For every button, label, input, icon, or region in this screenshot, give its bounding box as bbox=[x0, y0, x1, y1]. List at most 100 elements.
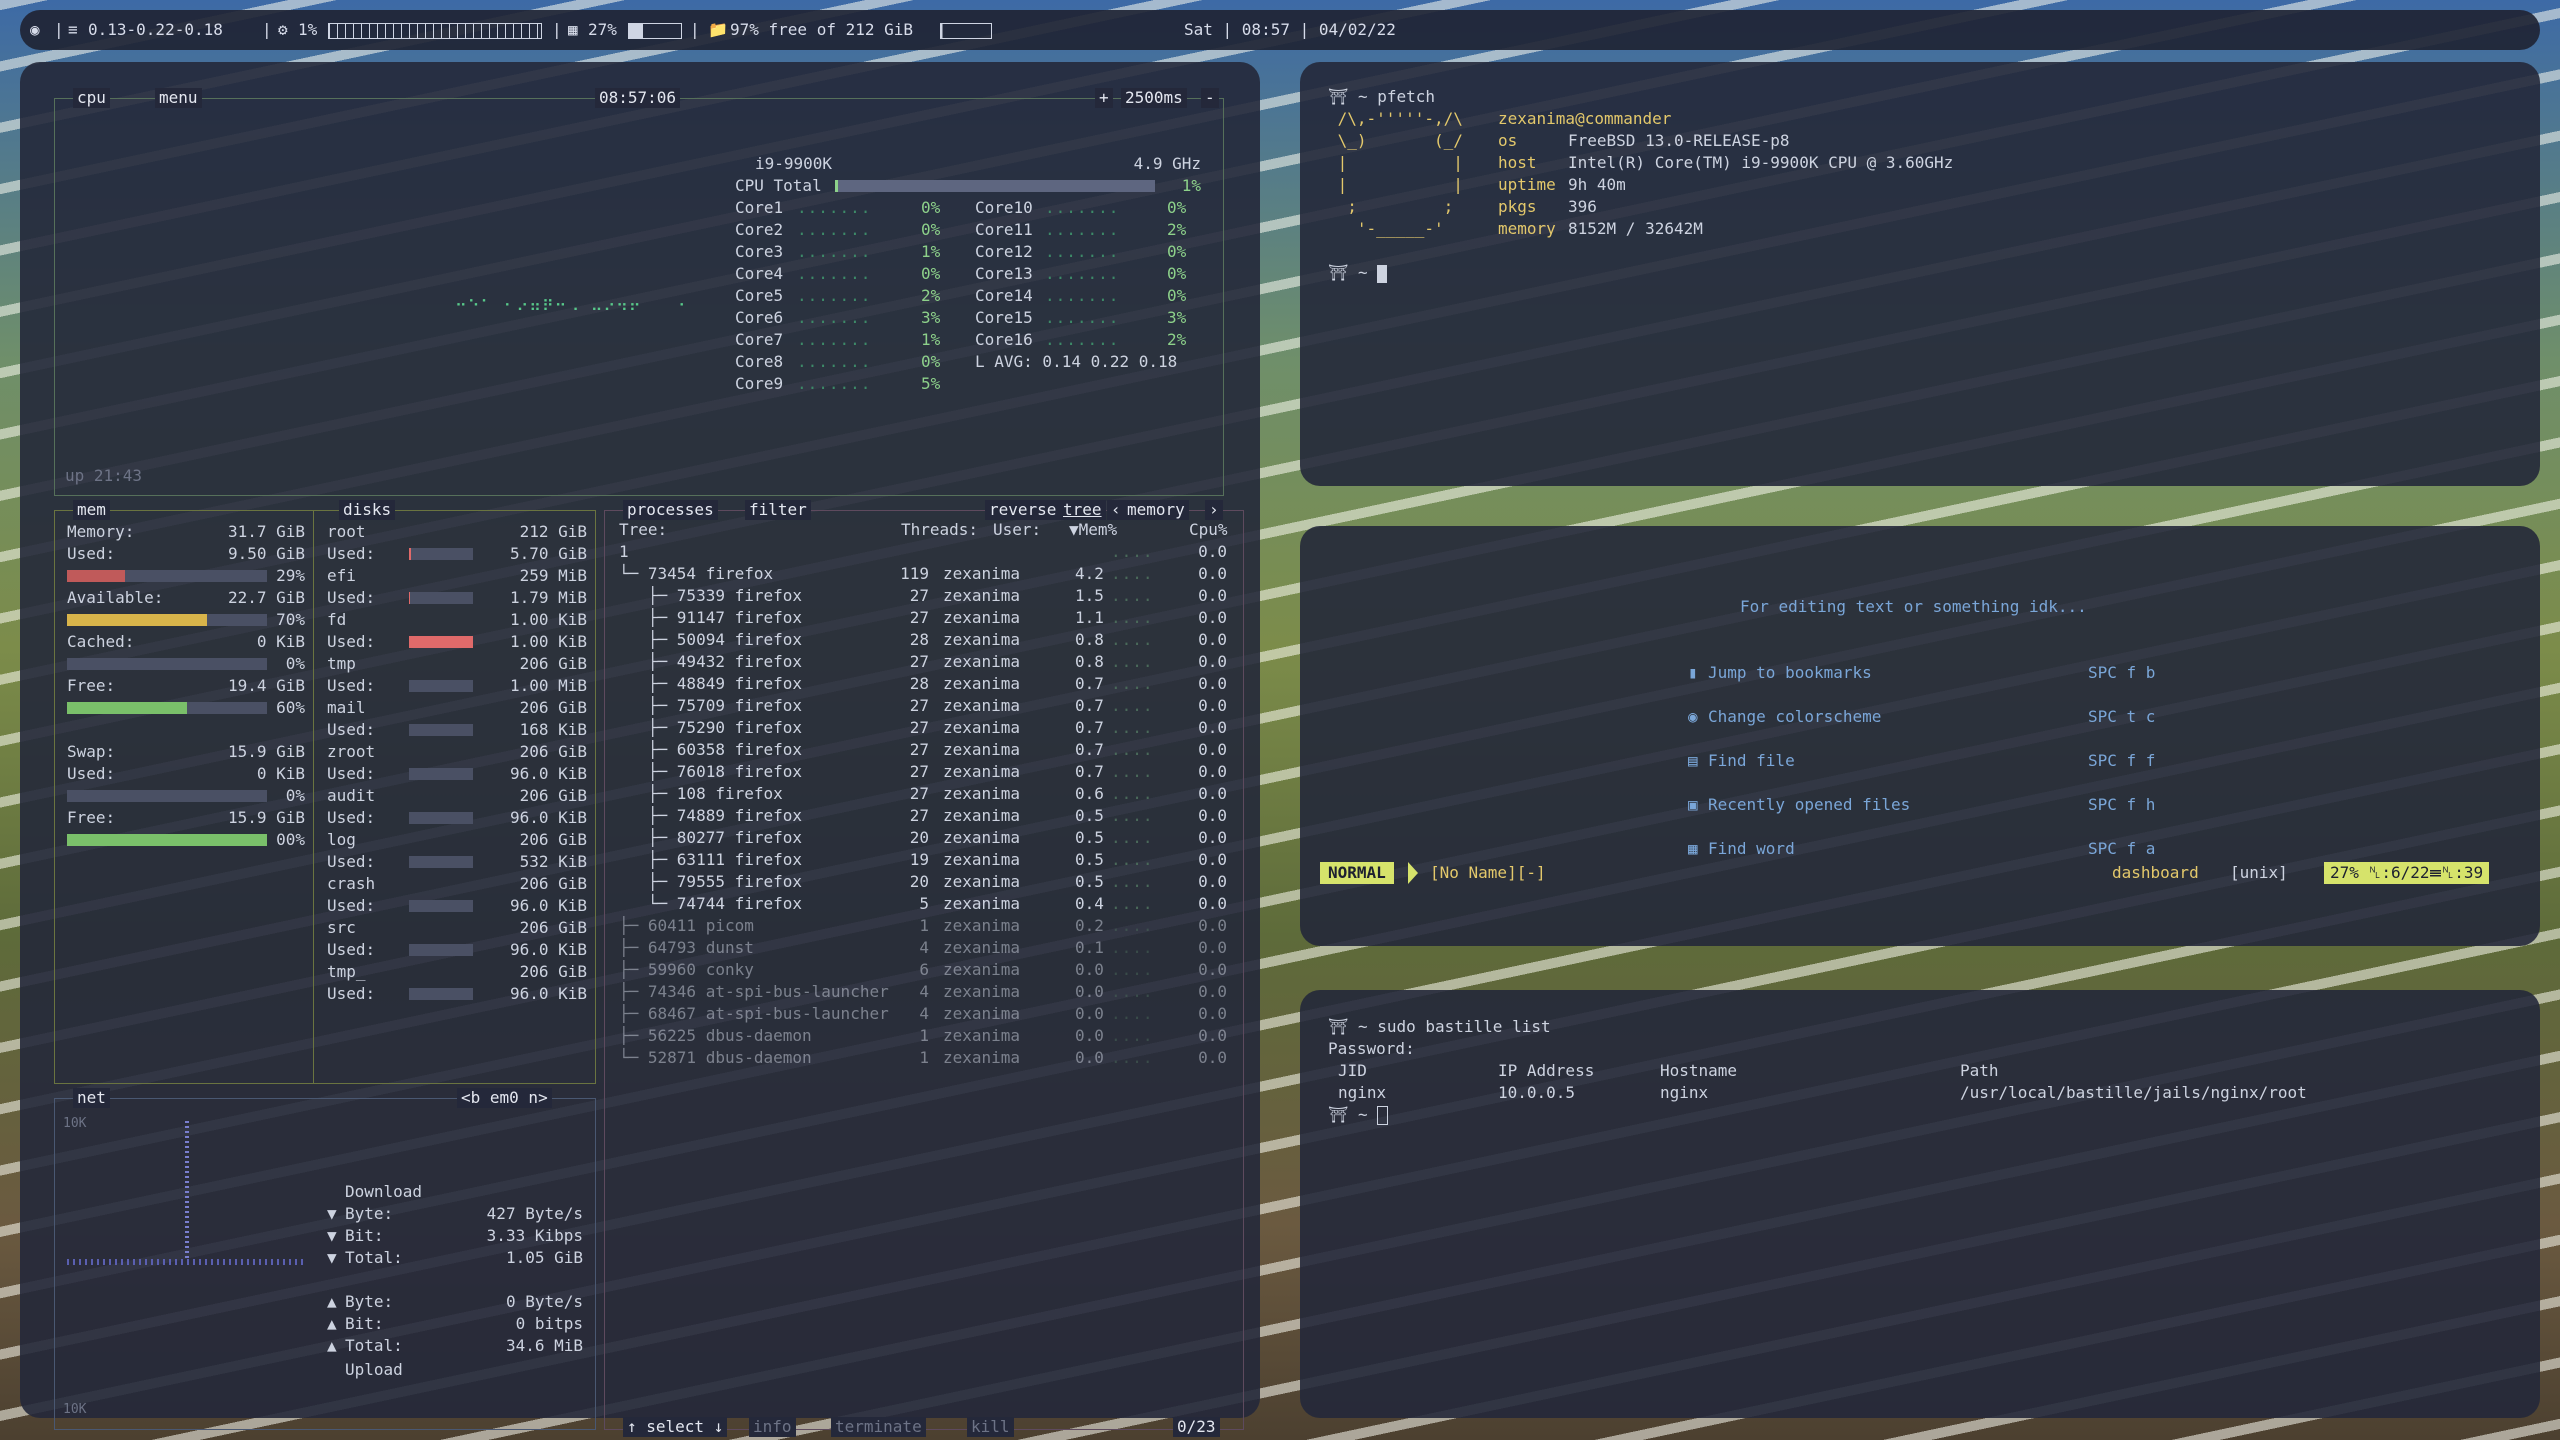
process-threads: 119 bbox=[900, 564, 929, 583]
process-row[interactable]: ├─ 80277 firefox 20 zexanima 0.5.... 0.0 bbox=[605, 827, 1241, 849]
col-threads[interactable]: Threads: bbox=[901, 519, 978, 541]
process-row[interactable]: ├─ 74346 at-spi-bus-launcher 4 zexanima 0.0… bbox=[605, 981, 1241, 1003]
process-row[interactable]: └─ 73454 firefox 119 zexanima 4.2.... 0.0 bbox=[605, 563, 1241, 585]
dashboard-item[interactable]: ◉ Change colorscheme SPC t c bbox=[1688, 706, 2155, 728]
menu-label[interactable]: menu bbox=[155, 88, 202, 108]
process-row[interactable]: ├─ 50094 firefox 28 zexanima 0.8.... 0.0 bbox=[605, 629, 1241, 651]
process-row[interactable]: ├─ 56225 dbus-daemon 1 zexanima 0.0.... 0.0 bbox=[605, 1025, 1241, 1047]
mem-stat-value: 31.7 GiB bbox=[227, 522, 305, 541]
process-row[interactable]: ├─ 59960 conky 6 zexanima 0.0.... 0.0 bbox=[605, 959, 1241, 981]
disk-used: 96.0 KiB bbox=[509, 984, 587, 1003]
process-row[interactable]: ├─ 76018 firefox 27 zexanima 0.7.... 0.0 bbox=[605, 761, 1241, 783]
dashboard-item-label: Find file bbox=[1708, 751, 1795, 770]
process-row[interactable]: ├─ 60411 picom 1 zexanima 0.2.... 0.0 bbox=[605, 915, 1241, 937]
core-percent: 0% bbox=[921, 220, 941, 239]
process-mem: 0.0 bbox=[1075, 982, 1104, 1001]
core-graph: ....... bbox=[797, 330, 872, 349]
dashboard-item[interactable]: ▤ Find file SPC f f bbox=[1688, 750, 2155, 772]
dashboard-item[interactable]: ▣ Recently opened files SPC f h bbox=[1688, 794, 2155, 816]
process-row[interactable]: ├─ 75709 firefox 27 zexanima 0.7.... 0.0 bbox=[605, 695, 1241, 717]
process-row[interactable]: ├─ 108 firefox 27 zexanima 0.6.... 0.0 bbox=[605, 783, 1241, 805]
process-mem: 0.0 bbox=[1075, 1026, 1104, 1045]
vim-window[interactable]: For editing text or something idk... ▮ Ju… bbox=[1300, 526, 2540, 946]
sort-field[interactable]: memory bbox=[1123, 500, 1189, 520]
process-mem: 0.5 bbox=[1075, 872, 1104, 891]
process-row[interactable]: 1.... 0.0 bbox=[605, 541, 1241, 563]
process-row[interactable]: ├─ 74889 firefox 27 zexanima 0.5.... 0.0 bbox=[605, 805, 1241, 827]
process-mem: 4.2 bbox=[1075, 564, 1104, 583]
col-cpu[interactable]: Cpu% bbox=[1189, 519, 1228, 541]
process-row[interactable]: ├─ 75339 firefox 27 zexanima 1.5.... 0.0 bbox=[605, 585, 1241, 607]
disk-used: 96.0 KiB bbox=[509, 940, 587, 959]
sort-prev[interactable]: ‹ bbox=[1107, 500, 1125, 520]
sort-next[interactable]: › bbox=[1205, 500, 1223, 520]
process-threads: 27 bbox=[909, 762, 929, 781]
process-user: zexanima bbox=[943, 872, 1021, 891]
process-row[interactable]: ├─ 48849 firefox 28 zexanima 0.7.... 0.0 bbox=[605, 673, 1241, 695]
info-key: pkgs bbox=[1498, 197, 1537, 216]
reverse-toggle[interactable]: reverse bbox=[985, 500, 1061, 520]
download-arrow-icon: ▼ bbox=[327, 1204, 337, 1223]
process-row[interactable]: ├─ 64793 dunst 4 zexanima 0.1.... 0.0 bbox=[605, 937, 1241, 959]
col-user[interactable]: User: bbox=[993, 519, 1041, 541]
net-interface[interactable]: <b em0 n> bbox=[457, 1088, 552, 1108]
col-tree[interactable]: Tree: bbox=[619, 519, 667, 541]
disk-usage: 97% free of 212 GiB bbox=[730, 20, 914, 39]
mem-stat-value: 15.9 GiB bbox=[227, 808, 305, 827]
pfetch-terminal[interactable]: ⛩ ~ pfetch /\,-'''''-,/\ \_) (_/ | | | |… bbox=[1300, 62, 2540, 486]
process-row[interactable]: ├─ 91147 firefox 27 zexanima 1.1.... 0.0 bbox=[605, 607, 1241, 629]
process-row[interactable]: ├─ 63111 firefox 19 zexanima 0.5.... 0.0 bbox=[605, 849, 1241, 871]
process-row[interactable]: ├─ 49432 firefox 27 zexanima 0.8.... 0.0 bbox=[605, 651, 1241, 673]
disks-label[interactable]: disks bbox=[339, 500, 396, 520]
interval-decrease[interactable]: - bbox=[1201, 88, 1219, 108]
header-jid: JID bbox=[1338, 1061, 1367, 1080]
info-button[interactable]: info bbox=[749, 1417, 796, 1437]
process-threads: 4 bbox=[919, 938, 929, 957]
kill-button[interactable]: kill bbox=[967, 1417, 1014, 1437]
core-graph: ....... bbox=[797, 308, 872, 327]
process-row[interactable]: ├─ 60358 firefox 27 zexanima 0.7.... 0.0 bbox=[605, 739, 1241, 761]
net-label[interactable]: net bbox=[73, 1088, 110, 1108]
memory-icon: ▦ bbox=[568, 20, 578, 39]
interval-increase[interactable]: + bbox=[1095, 88, 1113, 108]
upload-label: Upload bbox=[345, 1360, 403, 1379]
info-value: 8152M / 32642M bbox=[1568, 219, 1703, 238]
disk-used-bar bbox=[409, 548, 473, 560]
process-cpu: 0.0 bbox=[1198, 1004, 1227, 1023]
mem-stat-percent: 60% bbox=[276, 698, 305, 717]
process-threads: 27 bbox=[909, 696, 929, 715]
process-row[interactable]: └─ 74744 firefox 5 zexanima 0.4.... 0.0 bbox=[605, 893, 1241, 915]
terminate-button[interactable]: terminate bbox=[831, 1417, 926, 1437]
process-row[interactable]: └─ 52871 dbus-daemon 1 zexanima 0.0.... 0.0 bbox=[605, 1047, 1241, 1069]
mem-stat-value: 15.9 GiB bbox=[227, 742, 305, 761]
dashboard-item[interactable]: ▦ Find word SPC f a bbox=[1688, 838, 2155, 860]
process-row[interactable]: ├─ 75290 firefox 27 zexanima 0.7.... 0.0 bbox=[605, 717, 1241, 739]
disk-used-bar bbox=[409, 812, 473, 824]
dashboard-item[interactable]: ▮ Jump to bookmarks SPC f b bbox=[1688, 662, 2155, 684]
process-cpu: 0.0 bbox=[1198, 960, 1227, 979]
tree-toggle[interactable]: tree bbox=[1059, 500, 1106, 520]
filter-label[interactable]: filter bbox=[745, 500, 811, 520]
upload-arrow-icon: ▲ bbox=[327, 1336, 337, 1355]
disk-used-bar bbox=[409, 900, 473, 912]
disk-name: src bbox=[327, 918, 356, 937]
col-mem[interactable]: ▼Mem% bbox=[1069, 519, 1117, 541]
process-row[interactable]: ├─ 79555 firefox 20 zexanima 0.5.... 0.0 bbox=[605, 871, 1241, 893]
bastille-terminal[interactable]: ⛩ ~ sudo bastille list Password: JID IP … bbox=[1300, 990, 2540, 1418]
disk-used: 96.0 KiB bbox=[509, 808, 587, 827]
mem-label[interactable]: mem bbox=[73, 500, 110, 520]
disk-used-bar bbox=[409, 768, 473, 780]
info-key: uptime bbox=[1498, 175, 1556, 194]
process-row[interactable]: ├─ 68467 at-spi-bus-launcher 4 zexanima 0.0… bbox=[605, 1003, 1241, 1025]
mem-stat-percent: 70% bbox=[276, 610, 305, 629]
search-file-icon: ▦ bbox=[1688, 839, 1698, 858]
command-line: ⛩ ~ sudo bastille list bbox=[1328, 1017, 1551, 1036]
core-name: Core3 bbox=[735, 242, 784, 261]
processes-label[interactable]: processes bbox=[623, 500, 718, 520]
process-graph: .... bbox=[1111, 696, 1154, 715]
mem-stat-label: Swap: bbox=[67, 742, 116, 761]
process-graph: .... bbox=[1111, 1026, 1154, 1045]
dashboard-item-key: SPC t c bbox=[2088, 707, 2156, 726]
cpu-label[interactable]: cpu bbox=[73, 88, 110, 108]
select-control[interactable]: ↑ select ↓ bbox=[623, 1417, 728, 1437]
